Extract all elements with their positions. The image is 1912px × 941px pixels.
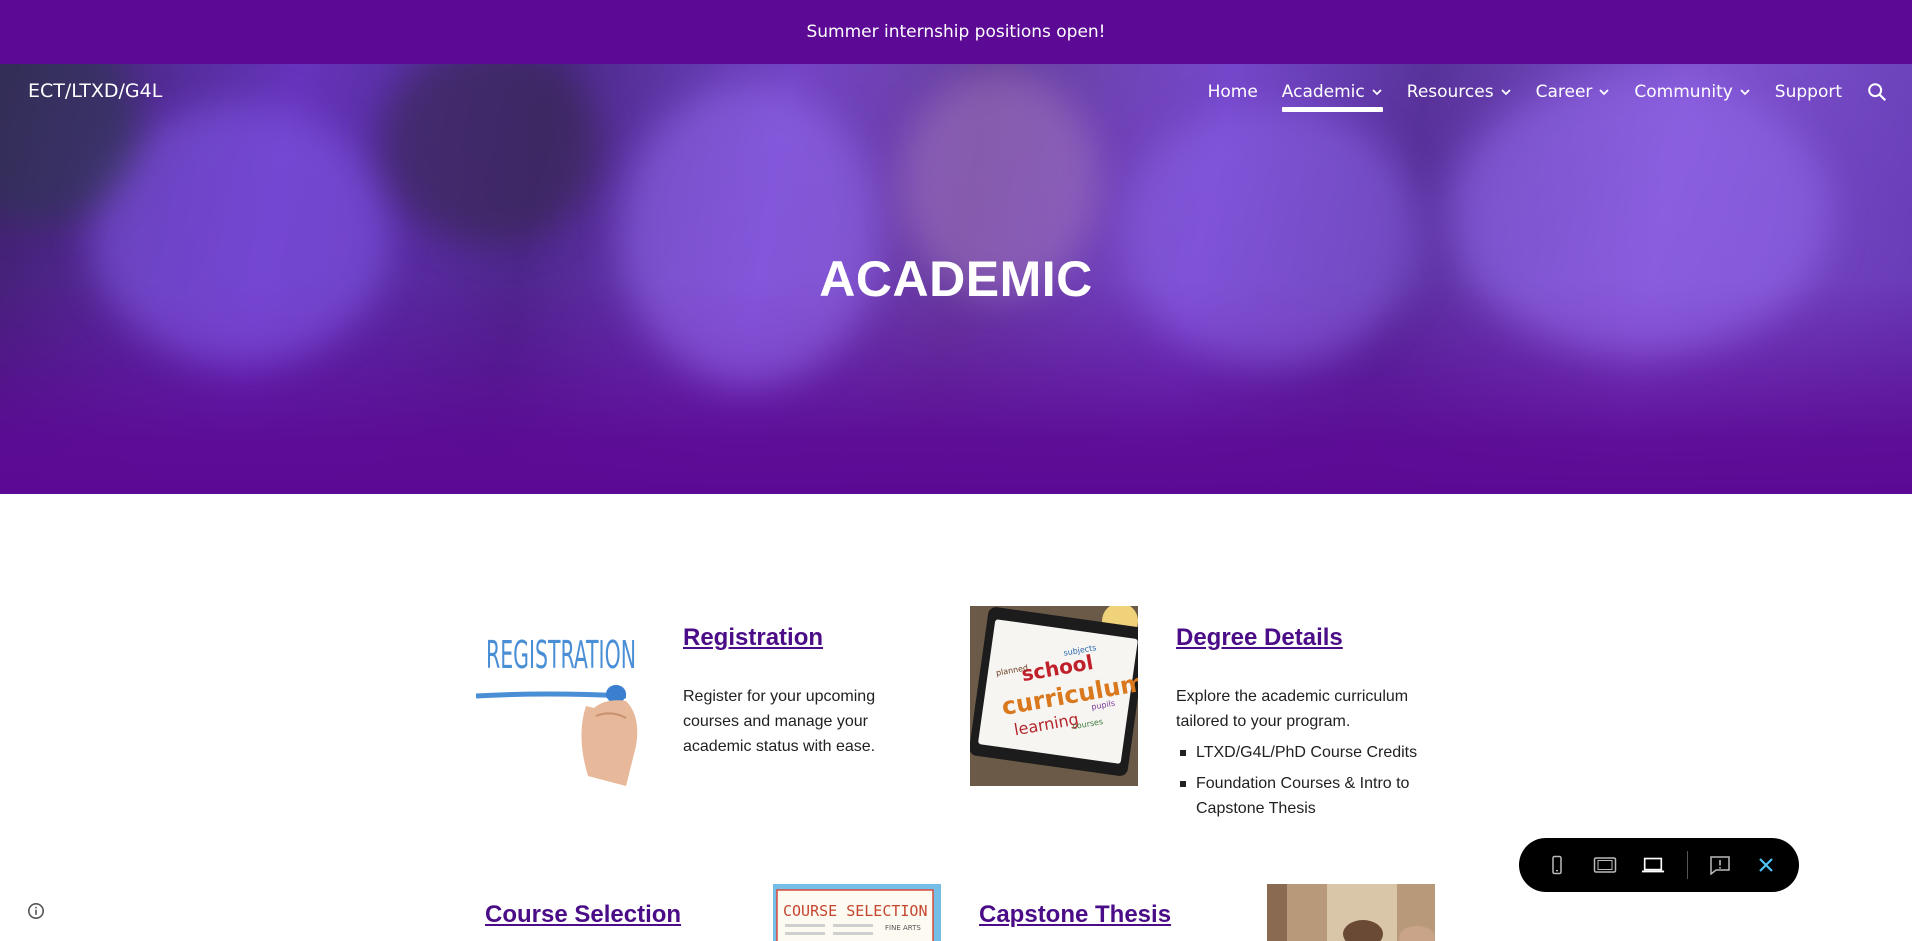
preview-toolbar [1519,838,1799,892]
feedback-icon [1710,856,1730,875]
tablet-icon [1593,857,1617,873]
nav-item-label: Support [1774,82,1842,102]
close-preview-button[interactable] [1754,853,1778,877]
degree-description: Explore the academic curriculum tailored… [1176,688,1409,730]
phone-icon [1552,855,1562,875]
registration-image: REGISTRATION [476,606,644,786]
close-icon [1759,858,1773,872]
list-item: LTXD/G4L/PhD Course Credits [1176,740,1436,765]
registration-description: Register for your upcoming courses and m… [683,688,876,755]
course-selection-image-subtext: FINE ARTS [885,924,921,932]
chevron-down-icon [1500,89,1511,96]
phone-preview-button[interactable] [1545,853,1569,877]
nav-item-label: Home [1207,82,1258,102]
nav-item-label: Resources [1406,82,1494,102]
tablet-preview-button[interactable] [1593,853,1617,877]
course-selection-illustration: COURSE SELECTION FINE ARTS [773,884,941,941]
nav-item-label: Community [1634,82,1733,102]
registration-link[interactable]: Registration [683,624,823,652]
announcement-text: Summer internship positions open! [806,22,1106,42]
nav-item-label: Academic [1281,82,1365,102]
announcement-banner: Summer internship positions open! [0,0,1912,64]
curriculum-word-cloud-illustration: school curriculum learning planned subje… [970,606,1138,786]
toolbar-divider [1687,851,1688,879]
list-item: Foundation Courses & Intro to Capstone T… [1176,771,1436,821]
registration-image-text: REGISTRATION [486,633,636,677]
nav-item-community[interactable]: Community [1634,64,1750,120]
capstone-thesis-link[interactable]: Capstone Thesis [979,901,1171,929]
laptop-preview-button[interactable] [1641,853,1665,877]
site-title-link[interactable]: ECT/LTXD/G4L [28,80,162,102]
chevron-down-icon [1740,89,1750,96]
capstone-photo-illustration [1267,884,1435,941]
nav-item-support[interactable]: Support [1775,64,1842,120]
info-icon[interactable] [27,902,45,920]
nav-item-resources[interactable]: Resources [1407,64,1512,120]
nav-item-home[interactable]: Home [1208,64,1258,120]
course-selection-image: COURSE SELECTION FINE ARTS [773,884,941,941]
chevron-down-icon [1372,89,1382,96]
degree-image: school curriculum learning planned subje… [970,606,1138,786]
degree-details-link[interactable]: Degree Details [1176,624,1343,652]
nav-item-academic[interactable]: Academic [1281,64,1383,120]
nav-item-label: Career [1535,82,1593,102]
registration-illustration: REGISTRATION [476,633,638,786]
course-selection-link[interactable]: Course Selection [485,901,681,929]
search-icon[interactable] [1866,81,1888,103]
top-navigation: ECT/LTXD/G4L Home Academic Resources Car… [0,64,1912,120]
course-selection-image-text: COURSE SELECTION [783,902,928,920]
nav-links: Home Academic Resources Career Community… [1184,64,1888,120]
nav-item-career[interactable]: Career [1536,64,1611,120]
page-title: ACADEMIC [819,251,1093,307]
degree-bullet-list: LTXD/G4L/PhD Course Credits Foundation C… [1176,740,1436,827]
chevron-down-icon [1599,89,1610,96]
feedback-button[interactable] [1708,853,1732,877]
laptop-icon [1641,857,1665,873]
capstone-image [1267,884,1435,941]
